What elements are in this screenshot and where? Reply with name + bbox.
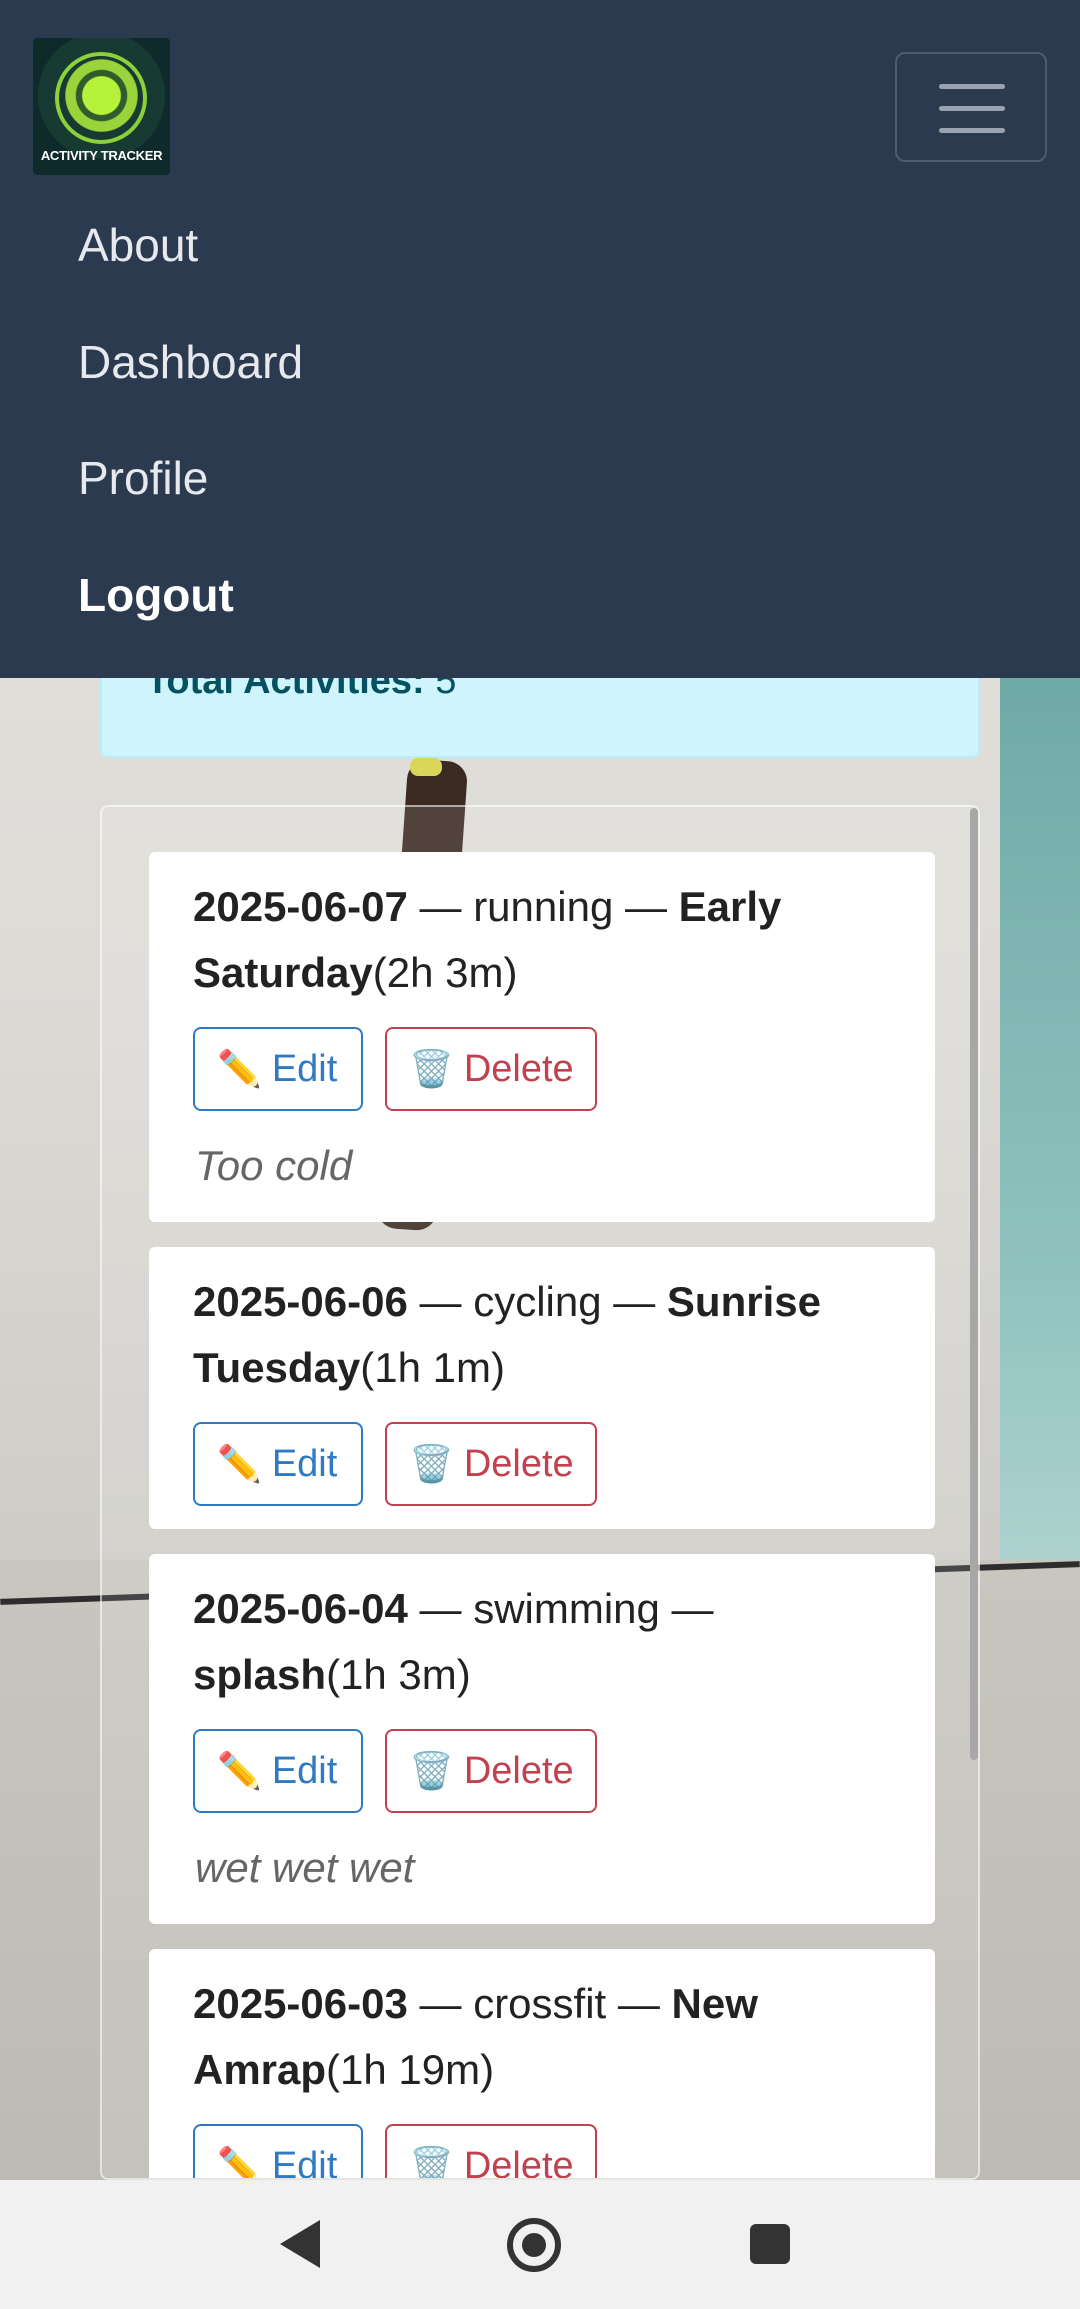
activity-type: cycling <box>473 1278 602 1325</box>
hamburger-icon <box>939 84 1005 89</box>
home-icon[interactable] <box>507 2218 561 2272</box>
nav-link-logout[interactable]: Logout <box>78 568 234 622</box>
activity-title: 2025-06-04 — swimming — splash(1h 3m) <box>193 1576 893 1708</box>
edit-button[interactable]: ✏️ Edit <box>193 1027 363 1111</box>
separator: — <box>659 1585 714 1632</box>
recents-icon[interactable] <box>750 2224 790 2264</box>
activity-name: Sunrise <box>666 1278 821 1325</box>
activity-card: 2025-06-04 — swimming — splash(1h 3m) ✏️… <box>149 1554 935 1924</box>
home-dot <box>522 2233 546 2257</box>
pencil-icon: ✏️ <box>217 2145 262 2180</box>
nav-menu: About Dashboard Profile Logout <box>0 212 1080 678</box>
separator: — <box>613 883 679 930</box>
edit-button[interactable]: ✏️ Edit <box>193 1729 363 1813</box>
activity-card: 2025-06-03 — crossfit — New Amrap(1h 19m)… <box>149 1949 935 2180</box>
pencil-icon: ✏️ <box>217 1443 262 1484</box>
activity-title: 2025-06-06 — cycling — Sunrise Tuesday(1h… <box>193 1269 893 1401</box>
list-scrollbar[interactable] <box>970 808 978 1760</box>
activity-type: running <box>473 883 614 930</box>
menu-toggle-button[interactable] <box>895 52 1047 162</box>
nav-link-dashboard[interactable]: Dashboard <box>78 335 303 389</box>
edit-button[interactable]: ✏️ Edit <box>193 2124 363 2180</box>
hamburger-icon <box>939 106 1005 111</box>
activity-list[interactable]: 2025-06-07 — running — Early Saturday(2h … <box>100 805 980 2180</box>
activity-note: wet wet wet <box>195 1844 415 1891</box>
activity-title: 2025-06-07 — running — Early Saturday(2h … <box>193 874 893 1006</box>
delete-button[interactable]: 🗑️ Delete <box>385 1027 597 1111</box>
separator: — <box>407 1278 474 1325</box>
separator: — <box>407 1585 474 1632</box>
back-icon[interactable] <box>280 2220 320 2268</box>
delete-label: Delete <box>463 2144 574 2180</box>
background-shoe <box>410 758 442 776</box>
activity-name: splash <box>193 1651 327 1698</box>
pencil-icon: ✏️ <box>217 1048 262 1089</box>
delete-label: Delete <box>463 1749 574 1792</box>
activity-title: 2025-06-03 — crossfit — New Amrap(1h 19m) <box>193 1971 893 2103</box>
activity-duration: (1h 1m) <box>360 1344 505 1391</box>
edit-label: Edit <box>271 2144 338 2180</box>
delete-button[interactable]: 🗑️ Delete <box>385 2124 597 2180</box>
activity-type: swimming <box>473 1585 660 1632</box>
system-nav-bar <box>0 2180 1080 2309</box>
activity-date: 2025-06-07 <box>193 883 408 930</box>
delete-label: Delete <box>463 1442 574 1485</box>
separator: — <box>606 1980 672 2027</box>
edit-label: Edit <box>271 1047 338 1090</box>
background-pool <box>1000 670 1080 1670</box>
hamburger-icon <box>939 128 1005 133</box>
activity-note: Too cold <box>195 1142 353 1189</box>
activity-name: Saturday <box>193 949 373 996</box>
logo-ring <box>55 52 147 144</box>
activity-duration: (1h 3m) <box>326 1651 471 1698</box>
activity-date: 2025-06-04 <box>193 1585 408 1632</box>
nav-link-about[interactable]: About <box>78 218 198 272</box>
trash-icon: 🗑️ <box>409 1750 454 1791</box>
activity-date: 2025-06-03 <box>193 1980 408 2027</box>
activity-name: Early <box>678 883 782 930</box>
activity-card: 2025-06-07 — running — Early Saturday(2h … <box>149 852 935 1222</box>
activity-name: Tuesday <box>193 1344 361 1391</box>
delete-label: Delete <box>463 1047 574 1090</box>
separator: — <box>407 1980 474 2027</box>
activity-name: New <box>671 1980 758 2027</box>
trash-icon: 🗑️ <box>409 2145 454 2180</box>
separator: — <box>407 883 474 930</box>
trash-icon: 🗑️ <box>409 1443 454 1484</box>
activity-name: Amrap <box>193 2046 327 2093</box>
app-logo[interactable]: ACTIVITY TRACKER <box>33 38 170 175</box>
activity-duration: (2h 3m) <box>372 949 518 996</box>
nav-link-profile[interactable]: Profile <box>78 451 208 505</box>
delete-button[interactable]: 🗑️ Delete <box>385 1422 597 1506</box>
activity-type: crossfit <box>473 1980 607 2027</box>
activity-date: 2025-06-06 <box>193 1278 408 1325</box>
trash-icon: 🗑️ <box>409 1048 454 1089</box>
logo-text: ACTIVITY TRACKER <box>40 148 163 163</box>
separator: — <box>601 1278 667 1325</box>
delete-button[interactable]: 🗑️ Delete <box>385 1729 597 1813</box>
edit-button[interactable]: ✏️ Edit <box>193 1422 363 1506</box>
pencil-icon: ✏️ <box>217 1750 262 1791</box>
activity-duration: (1h 19m) <box>326 2046 495 2093</box>
edit-label: Edit <box>271 1749 338 1792</box>
navbar: ACTIVITY TRACKER <box>0 0 1080 212</box>
activity-card: 2025-06-06 — cycling — Sunrise Tuesday(1h… <box>149 1247 935 1529</box>
edit-label: Edit <box>271 1442 338 1485</box>
